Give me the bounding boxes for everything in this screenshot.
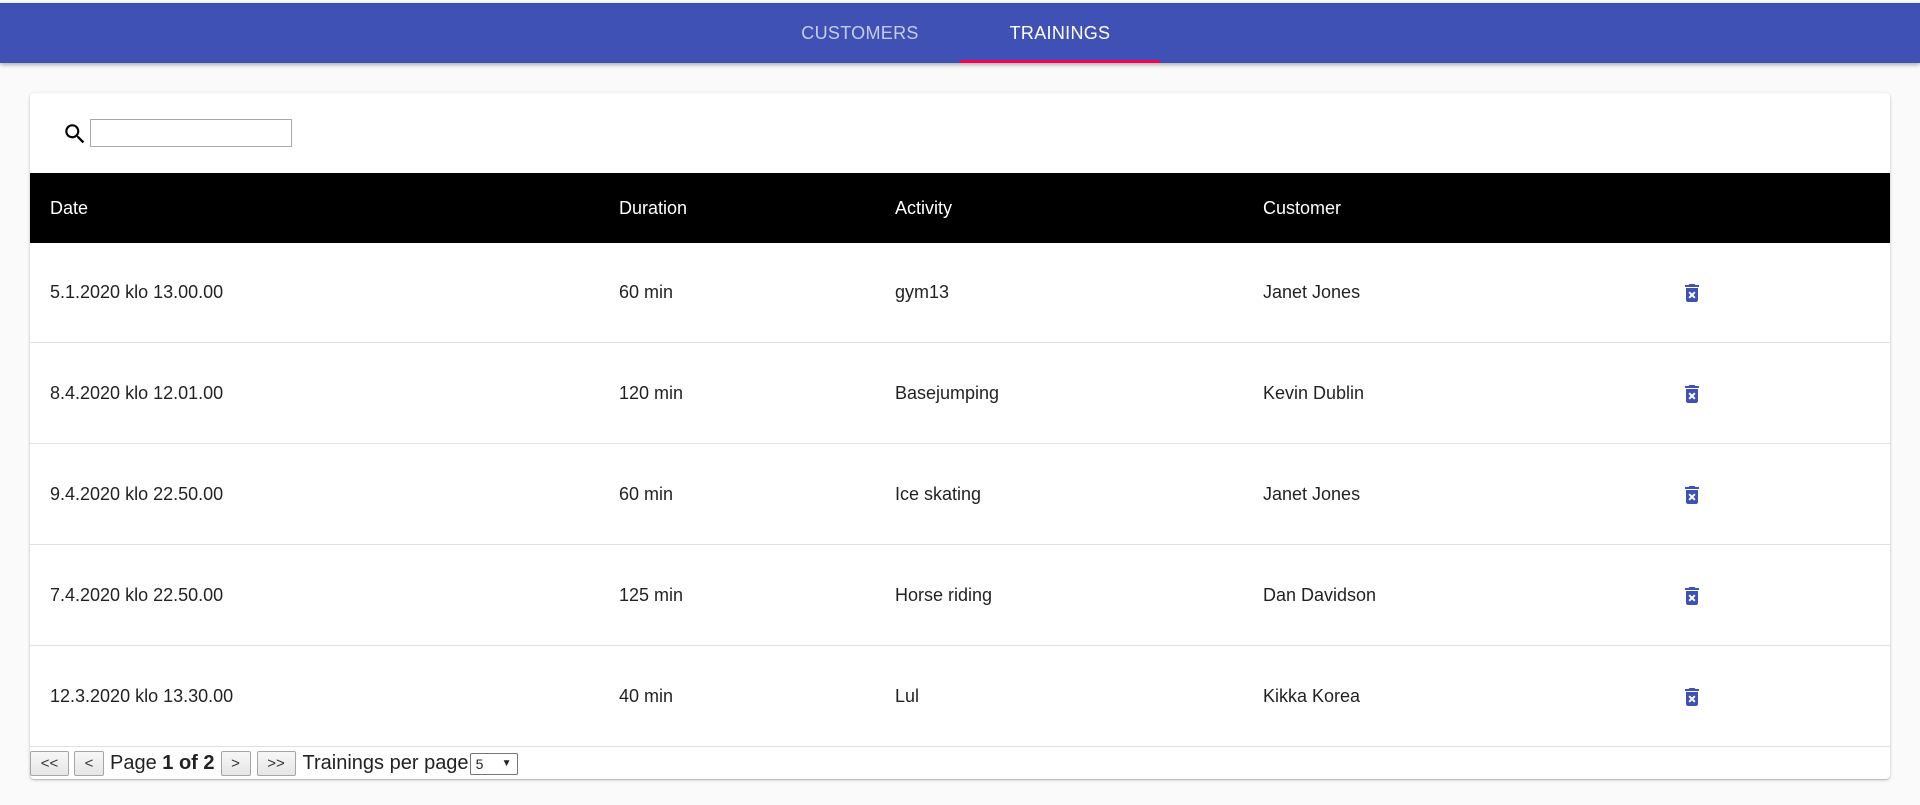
table-header: Date Duration Activity Customer	[30, 173, 1890, 243]
tab-customers[interactable]: CUSTOMERS	[760, 3, 960, 63]
cell-activity: Ice skating	[895, 484, 982, 504]
header-activity[interactable]: Activity	[895, 173, 952, 243]
cell-duration: 60 min	[619, 484, 674, 504]
cell-duration: 60 min	[619, 282, 674, 302]
header-activity-label: Activity	[895, 197, 953, 218]
delete-icon	[1685, 283, 1699, 302]
cell-duration: 120 min	[619, 383, 684, 403]
delete-button[interactable]	[1672, 576, 1712, 616]
cell-customer: Dan Davidson	[1263, 585, 1377, 605]
next-page-button[interactable]: >	[220, 751, 251, 776]
tab-trainings[interactable]: TRAININGS	[960, 3, 1160, 63]
cell-duration: 40 min	[619, 686, 674, 706]
tab-trainings-label: TRAININGS	[1009, 22, 1111, 43]
cell-customer: Kikka Korea	[1263, 686, 1361, 706]
table-row: 7.4.2020 klo 22.50.00 125 min Horse ridi…	[30, 546, 1890, 646]
delete-button[interactable]	[1672, 677, 1712, 717]
tab-active-indicator	[960, 60, 1160, 63]
header-customer-label: Customer	[1263, 197, 1342, 218]
header-duration[interactable]: Duration	[619, 173, 687, 243]
dropdown-caret-icon: ▼	[501, 758, 512, 769]
delete-button[interactable]	[1672, 374, 1712, 414]
per-page-label: Trainings per page	[302, 752, 469, 774]
search-input[interactable]	[90, 119, 292, 147]
app-bar: CUSTOMERS TRAININGS	[0, 3, 1920, 63]
page-indicator: Page 1 of 2	[110, 752, 215, 775]
per-page-select[interactable]: 5 ▼	[469, 752, 518, 775]
delete-icon	[1685, 687, 1699, 706]
header-date[interactable]: Date	[50, 173, 88, 243]
header-duration-label: Duration	[619, 197, 688, 218]
cell-customer: Kevin Dublin	[1263, 383, 1365, 403]
table-row: 9.4.2020 klo 22.50.00 60 min Ice skating…	[30, 445, 1890, 545]
header-customer[interactable]: Customer	[1263, 173, 1341, 243]
cell-date: 5.1.2020 klo 13.00.00	[50, 282, 224, 302]
header-date-label: Date	[50, 197, 89, 218]
cell-duration: 125 min	[619, 585, 684, 605]
cell-date: 7.4.2020 klo 22.50.00	[50, 585, 224, 605]
table-row: 12.3.2020 klo 13.30.00 40 min Lul Kikka …	[30, 647, 1890, 747]
delete-icon	[1685, 384, 1699, 403]
cell-activity: gym13	[895, 282, 950, 302]
cell-date: 12.3.2020 klo 13.30.00	[50, 686, 234, 706]
table-row: 5.1.2020 klo 13.00.00 60 min gym13 Janet…	[30, 243, 1890, 343]
delete-icon	[1685, 586, 1699, 605]
table-row: 8.4.2020 klo 12.01.00 120 min Basejumpin…	[30, 344, 1890, 444]
cell-customer: Janet Jones	[1263, 484, 1361, 504]
cell-activity: Horse riding	[895, 585, 993, 605]
delete-button[interactable]	[1672, 475, 1712, 515]
pagination: << < Page 1 of 2 > >> Trainings per page…	[30, 750, 518, 777]
delete-icon	[1685, 485, 1699, 504]
page-prefix: Page	[110, 752, 157, 774]
trainings-table-card: Date Duration Activity Customer 5.1.2020…	[30, 93, 1890, 779]
first-page-button[interactable]: <<	[30, 751, 69, 776]
cell-date: 8.4.2020 klo 12.01.00	[50, 383, 224, 403]
last-page-button[interactable]: >>	[256, 751, 296, 776]
delete-button[interactable]	[1672, 273, 1712, 313]
previous-page-button[interactable]: <	[74, 751, 104, 776]
tab-customers-label: CUSTOMERS	[801, 22, 919, 43]
search-icon	[62, 121, 88, 147]
per-page-value: 5	[475, 755, 484, 772]
page-current: 1 of 2	[162, 752, 215, 774]
cell-activity: Lul	[895, 686, 920, 706]
cell-customer: Janet Jones	[1263, 282, 1361, 302]
cell-activity: Basejumping	[895, 383, 1000, 403]
cell-date: 9.4.2020 klo 22.50.00	[50, 484, 224, 504]
